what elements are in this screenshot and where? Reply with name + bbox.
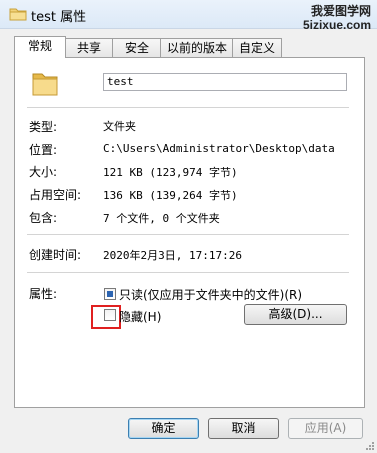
folder-icon-large bbox=[32, 73, 58, 96]
type-label: 类型: bbox=[29, 120, 58, 134]
size-on-disk-label: 占用空间: bbox=[29, 188, 82, 202]
tab-previous-versions[interactable]: 以前的版本 bbox=[160, 38, 234, 57]
ok-button[interactable]: 确定 bbox=[128, 418, 199, 439]
window-title: test 属性 bbox=[31, 10, 87, 25]
hidden-label[interactable]: 隐藏(H) bbox=[119, 308, 161, 325]
hidden-checkbox[interactable] bbox=[104, 309, 116, 321]
folder-icon bbox=[9, 8, 27, 21]
resize-grip-icon[interactable] bbox=[365, 441, 375, 451]
watermark-line2: 5izixue.com bbox=[302, 18, 371, 32]
readonly-label[interactable]: 只读(仅应用于文件夹中的文件)(R) bbox=[119, 286, 302, 303]
size-value: 121 KB (123,974 字节) bbox=[103, 166, 238, 179]
apply-button: 应用(A) bbox=[288, 418, 363, 439]
watermark-line1: 我爱图学网 bbox=[310, 4, 371, 18]
watermark: 我爱图学网 5izixue.com bbox=[303, 4, 371, 32]
contains-value: 7 个文件, 0 个文件夹 bbox=[103, 212, 220, 225]
contains-label: 包含: bbox=[29, 211, 58, 225]
separator bbox=[27, 107, 349, 108]
type-value: 文件夹 bbox=[103, 120, 136, 133]
tab-security[interactable]: 安全 bbox=[112, 38, 162, 57]
general-panel: test 类型: 文件夹 位置: C:\Users\Administrator\… bbox=[14, 57, 365, 408]
location-label: 位置: bbox=[29, 143, 58, 157]
separator bbox=[27, 272, 349, 273]
title-bar[interactable]: test 属性 我爱图学网 5izixue.com bbox=[0, 0, 377, 32]
attributes-label: 属性: bbox=[29, 287, 58, 301]
readonly-checkbox[interactable] bbox=[104, 288, 116, 300]
cancel-button[interactable]: 取消 bbox=[208, 418, 279, 439]
properties-dialog: test 属性 我爱图学网 5izixue.com 常规 共享 安全 以前的版本… bbox=[0, 0, 377, 453]
advanced-button[interactable]: 高级(D)... bbox=[244, 304, 347, 325]
location-value: C:\Users\Administrator\Desktop\data bbox=[103, 142, 335, 155]
size-on-disk-value: 136 KB (139,264 字节) bbox=[103, 189, 238, 202]
tab-sharing[interactable]: 共享 bbox=[64, 38, 114, 57]
created-label: 创建时间: bbox=[29, 248, 82, 262]
created-value: 2020年2月3日, 17:17:26 bbox=[103, 249, 242, 262]
size-label: 大小: bbox=[29, 165, 58, 179]
tab-general[interactable]: 常规 bbox=[14, 36, 66, 58]
separator bbox=[27, 234, 349, 235]
tab-customize[interactable]: 自定义 bbox=[232, 38, 282, 57]
folder-name-input[interactable]: test bbox=[103, 73, 347, 91]
